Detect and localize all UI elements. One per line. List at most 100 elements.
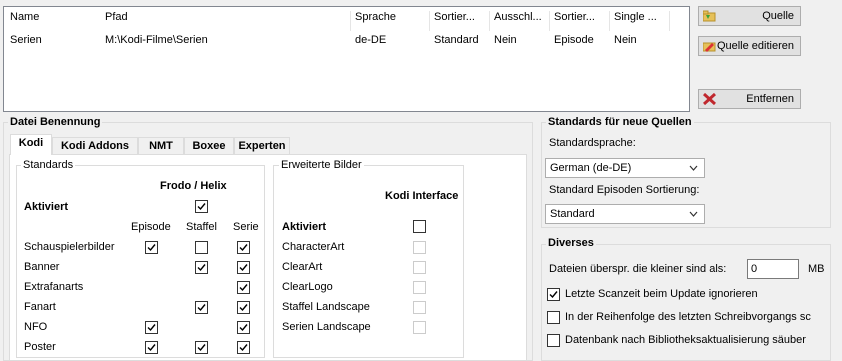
ignore-scan-time-label[interactable]: Letzte Scanzeit beim Update ignorieren (565, 288, 758, 300)
skip-size-value: 0 (751, 263, 758, 275)
season-checkbox[interactable] (195, 301, 208, 314)
clean-db-checkbox[interactable] (547, 334, 560, 347)
column-header-sort1[interactable]: Sortier... (434, 11, 486, 23)
column-separator[interactable] (429, 11, 430, 31)
col-season-header: Staffel (186, 221, 217, 233)
write-order-checkbox[interactable] (547, 311, 560, 324)
default-language-label: Standardsprache: (549, 137, 636, 149)
tab-experten[interactable]: Experten (234, 137, 290, 154)
tab-label: NMT (149, 140, 173, 152)
edit-source-label: Quelle editieren (716, 40, 794, 52)
add-source-button[interactable]: Quelle (698, 6, 801, 26)
extended-activated-checkbox[interactable] (413, 220, 426, 233)
series-checkbox[interactable] (237, 261, 250, 274)
standards-row-label: Fanart (24, 301, 56, 313)
cell-sort1: Standard (434, 34, 479, 46)
checkmark-icon (147, 244, 156, 252)
standards-row-label: Banner (24, 261, 60, 273)
standards-row-label: Poster (24, 341, 56, 353)
default-order-label: Standard Episoden Sortierung: (549, 184, 700, 196)
default-order-select[interactable]: Standard (545, 204, 705, 224)
extended-row-label: ClearLogo (282, 281, 333, 293)
episode-checkbox[interactable] (145, 321, 158, 334)
column-separator[interactable] (489, 11, 490, 31)
checkmark-icon (197, 203, 206, 211)
kodi-interface-checkbox (413, 261, 426, 274)
tab-kodi-addons[interactable]: Kodi Addons (52, 137, 138, 154)
checkmark-icon (147, 344, 156, 352)
file-naming-title: Datei Benennung (8, 116, 103, 128)
column-separator[interactable] (669, 11, 670, 31)
sources-list[interactable]: Name Pfad Sprache Sortier... Ausschl... … (3, 6, 690, 112)
standards-activated-label: Aktiviert (24, 201, 69, 213)
checkmark-icon (239, 344, 248, 352)
column-header-exclude[interactable]: Ausschl... (494, 11, 546, 23)
extended-images-title: Erweiterte Bilder (279, 159, 364, 171)
checkmark-icon (197, 304, 206, 312)
default-language-value: German (de-DE) (550, 162, 632, 174)
tab-label: Boxee (192, 140, 226, 152)
new-source-defaults-title: Standards für neue Quellen (546, 116, 694, 128)
tab-boxee[interactable]: Boxee (184, 137, 234, 154)
season-checkbox[interactable] (195, 341, 208, 354)
tab-nmt[interactable]: NMT (138, 137, 184, 154)
cell-sort2: Episode (554, 34, 594, 46)
col-series-header: Serie (233, 221, 259, 233)
column-header-name[interactable]: Name (10, 11, 39, 23)
column-separator[interactable] (609, 11, 610, 31)
skip-size-input[interactable]: 0 (747, 259, 799, 279)
add-source-label: Quelle (762, 10, 794, 22)
checkmark-icon (197, 264, 206, 272)
standards-activated-checkbox[interactable] (195, 200, 208, 213)
column-header-path[interactable]: Pfad (105, 11, 128, 23)
series-checkbox[interactable] (237, 301, 250, 314)
default-language-select[interactable]: German (de-DE) (545, 158, 705, 178)
folder-edit-icon (703, 42, 716, 52)
series-checkbox[interactable] (237, 321, 250, 334)
cell-exclude: Nein (494, 34, 517, 46)
standards-row-label: Schauspielerbilder (24, 241, 115, 253)
checkmark-icon (239, 304, 248, 312)
checkmark-icon (239, 284, 248, 292)
chevron-down-icon (689, 165, 698, 171)
skip-size-unit: MB (808, 263, 825, 275)
standards-row-label: NFO (24, 321, 48, 333)
sources-list-header: Name Pfad Sprache Sortier... Ausschl... … (4, 11, 689, 31)
remove-source-button[interactable]: Entfernen (698, 89, 801, 109)
episode-checkbox[interactable] (145, 241, 158, 254)
checkmark-icon (549, 291, 558, 299)
series-checkbox[interactable] (237, 281, 250, 294)
checkmark-icon (239, 264, 248, 272)
column-separator[interactable] (350, 11, 351, 31)
extended-row-label: ClearArt (282, 261, 323, 273)
season-checkbox[interactable] (195, 261, 208, 274)
series-checkbox[interactable] (237, 241, 250, 254)
edit-source-button[interactable]: Quelle editieren (698, 36, 801, 56)
column-header-language[interactable]: Sprache (355, 11, 396, 23)
column-header-single[interactable]: Single ... (614, 11, 666, 23)
standards-title: Standards (21, 159, 76, 171)
misc-title: Diverses (546, 237, 596, 249)
checkmark-icon (239, 244, 248, 252)
cell-name: Serien (10, 34, 42, 46)
clean-db-label[interactable]: Datenbank nach Bibliotheksaktualisierung… (565, 334, 806, 346)
extended-activated-label: Aktiviert (282, 221, 327, 233)
tab-label: Kodi (18, 137, 44, 149)
episode-checkbox[interactable] (145, 341, 158, 354)
column-header-sort2[interactable]: Sortier... (554, 11, 606, 23)
tab-label: Experten (238, 140, 286, 152)
tab-kodi[interactable]: Kodi (10, 134, 52, 155)
season-checkbox[interactable] (195, 241, 208, 254)
kodi-interface-checkbox (413, 301, 426, 314)
ignore-scan-time-checkbox[interactable] (547, 288, 560, 301)
column-separator[interactable] (549, 11, 550, 31)
checkmark-icon (197, 344, 206, 352)
series-checkbox[interactable] (237, 341, 250, 354)
checkmark-icon (147, 324, 156, 332)
default-order-value: Standard (550, 208, 595, 220)
extended-row-label: Staffel Landscape (282, 301, 370, 313)
write-order-label[interactable]: In der Reihenfolge des letzten Schreibvo… (565, 311, 811, 323)
chevron-down-icon (689, 211, 698, 217)
remove-source-label: Entfernen (746, 93, 794, 105)
table-row[interactable]: Serien M:\Kodi-Filme\Serien de-DE Standa… (4, 34, 689, 50)
